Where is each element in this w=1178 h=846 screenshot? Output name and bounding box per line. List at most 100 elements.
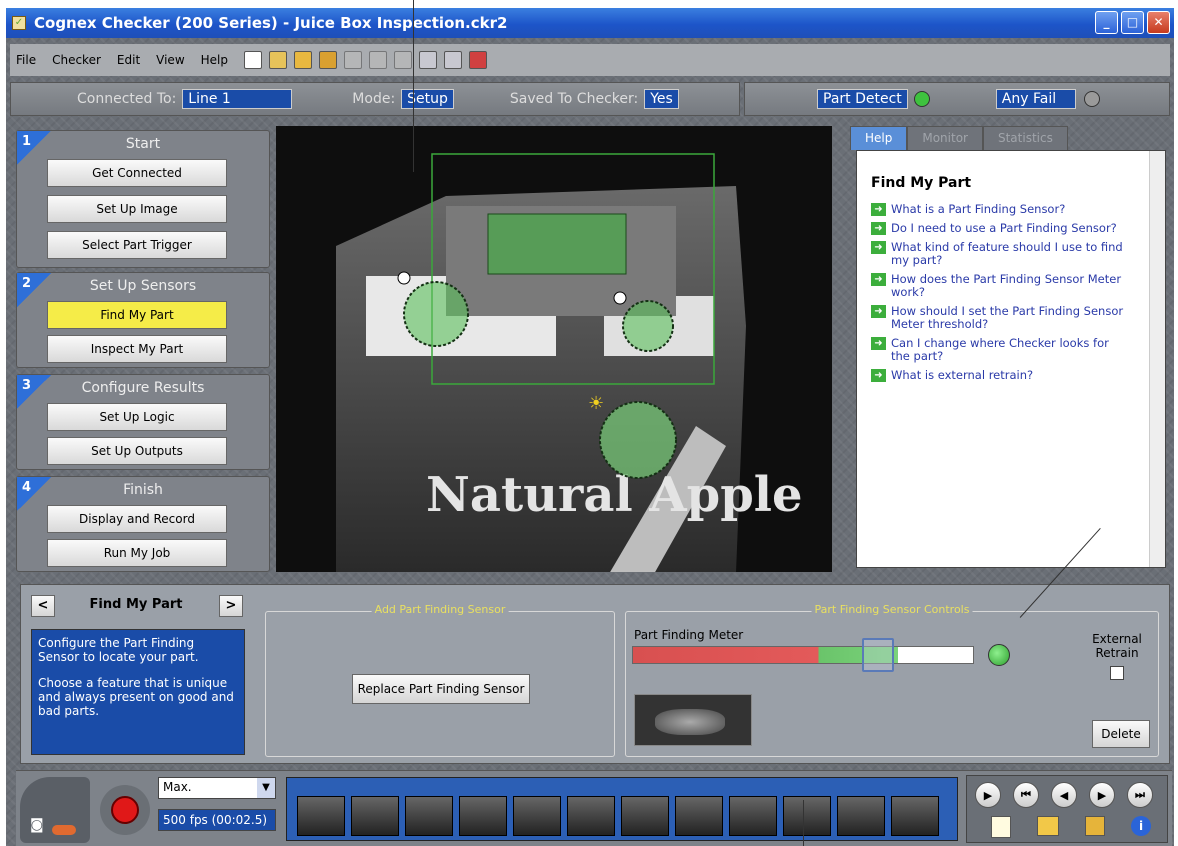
cut-icon[interactable] bbox=[394, 51, 412, 69]
speed-select[interactable]: Max. ▼ bbox=[158, 777, 276, 799]
maximize-button[interactable]: □ bbox=[1121, 11, 1144, 34]
mode-switch-icon[interactable] bbox=[52, 825, 76, 835]
new-icon[interactable] bbox=[244, 51, 262, 69]
check-icon[interactable] bbox=[269, 51, 287, 69]
film-frame[interactable] bbox=[405, 796, 453, 836]
sensor-circle-right[interactable] bbox=[622, 300, 674, 352]
help-link-text[interactable]: What kind of feature should I use to fin… bbox=[891, 241, 1131, 267]
filmstrip[interactable] bbox=[286, 777, 958, 841]
minimize-button[interactable]: _ bbox=[1095, 11, 1118, 34]
set-up-image-button[interactable]: Set Up Image bbox=[47, 195, 227, 223]
sensor-settings-pane: < Find My Part > Configure the Part Find… bbox=[20, 584, 1170, 764]
film-frame[interactable] bbox=[729, 796, 777, 836]
step-forward-icon[interactable]: ▶ bbox=[1089, 782, 1115, 808]
undo-icon[interactable] bbox=[344, 51, 362, 69]
playback-controls: ▶ ⏮ ◀ ▶ ⏭ i bbox=[966, 775, 1168, 843]
menu-edit[interactable]: Edit bbox=[117, 53, 140, 67]
help-link-text[interactable]: How does the Part Finding Sensor Meter w… bbox=[891, 273, 1131, 299]
step-title: Start bbox=[125, 136, 161, 152]
get-connected-button[interactable]: Get Connected bbox=[47, 159, 227, 187]
film-frame[interactable] bbox=[513, 796, 561, 836]
help-link-text[interactable]: What is a Part Finding Sensor? bbox=[891, 203, 1065, 216]
mode-selector[interactable]: ◙ bbox=[20, 777, 90, 843]
record-button[interactable] bbox=[100, 785, 150, 835]
help-pane: Help Monitor Statistics Find My Part ➜ Wh… bbox=[850, 126, 1166, 574]
delete-button[interactable]: Delete bbox=[1092, 720, 1150, 748]
save-icon[interactable] bbox=[1085, 816, 1105, 836]
sensor-circle-bottom[interactable] bbox=[599, 401, 677, 479]
help-scrollbar[interactable] bbox=[1149, 151, 1165, 567]
tab-help[interactable]: Help bbox=[850, 126, 908, 150]
title-bar: ✓ Cognex Checker (200 Series) - Juice Bo… bbox=[6, 8, 1174, 38]
arrow-icon: ➜ bbox=[871, 222, 886, 235]
help-link[interactable]: ➜ What is external retrain? bbox=[871, 369, 1131, 382]
set-up-outputs-button[interactable]: Set Up Outputs bbox=[47, 437, 227, 465]
paste-icon[interactable] bbox=[444, 51, 462, 69]
help-link[interactable]: ➜ Can I change where Checker looks for th… bbox=[871, 337, 1131, 363]
skip-start-icon[interactable]: ⏮ bbox=[1013, 782, 1039, 808]
help-link[interactable]: ➜ What is a Part Finding Sensor? bbox=[871, 203, 1131, 216]
new-file-icon[interactable] bbox=[991, 816, 1011, 838]
run-my-job-button[interactable]: Run My Job bbox=[47, 539, 227, 567]
save-icon[interactable] bbox=[319, 51, 337, 69]
film-frame[interactable] bbox=[783, 796, 831, 836]
record-icon bbox=[111, 796, 139, 824]
camera-image-view[interactable]: Natural Apple ☀ bbox=[276, 126, 832, 572]
menu-bar: File Checker Edit View Help bbox=[10, 44, 1170, 76]
menu-checker[interactable]: Checker bbox=[52, 53, 101, 67]
thumbnail-image bbox=[655, 709, 725, 735]
sensor-circle-left[interactable] bbox=[403, 281, 469, 347]
menu-view[interactable]: View bbox=[156, 53, 184, 67]
menu-help[interactable]: Help bbox=[201, 53, 228, 67]
film-frame[interactable] bbox=[891, 796, 939, 836]
prev-page-button[interactable]: < bbox=[31, 595, 55, 617]
film-frame[interactable] bbox=[297, 796, 345, 836]
skip-end-icon[interactable]: ⏭ bbox=[1127, 782, 1153, 808]
help-link[interactable]: ➜ What kind of feature should I use to fi… bbox=[871, 241, 1131, 267]
open-icon[interactable] bbox=[294, 51, 312, 69]
set-up-logic-button[interactable]: Set Up Logic bbox=[47, 403, 227, 431]
help-link-text[interactable]: Do I need to use a Part Finding Sensor? bbox=[891, 222, 1117, 235]
film-frame[interactable] bbox=[837, 796, 885, 836]
next-page-button[interactable]: > bbox=[219, 595, 243, 617]
display-and-record-button[interactable]: Display and Record bbox=[47, 505, 227, 533]
step-finish: 4 Finish Display and Record Run My Job bbox=[16, 476, 270, 572]
help-link-text[interactable]: What is external retrain? bbox=[891, 369, 1033, 382]
meter-threshold-slider[interactable] bbox=[861, 638, 894, 672]
filmstrip-bar: ◙ Max. ▼ 500 fps (00:02.5) ▶ ⏮ ◀ ▶ ⏭ i bbox=[16, 770, 1172, 846]
help-link[interactable]: ➜ Do I need to use a Part Finding Sensor? bbox=[871, 222, 1131, 235]
help-link-text[interactable]: Can I change where Checker looks for the… bbox=[891, 337, 1131, 363]
tab-statistics[interactable]: Statistics bbox=[982, 126, 1068, 150]
callout-line bbox=[413, 0, 414, 172]
exit-icon[interactable] bbox=[469, 51, 487, 69]
pattern-model-region[interactable] bbox=[487, 213, 627, 275]
help-link-text[interactable]: How should I set the Part Finding Sensor… bbox=[891, 305, 1131, 331]
step-back-icon[interactable]: ◀ bbox=[1051, 782, 1077, 808]
find-my-part-button[interactable]: Find My Part bbox=[47, 301, 227, 329]
film-frame[interactable] bbox=[351, 796, 399, 836]
speed-select-value: Max. bbox=[163, 780, 192, 794]
connected-label: Connected To: bbox=[77, 91, 177, 107]
external-retrain-checkbox[interactable] bbox=[1110, 666, 1124, 680]
chevron-down-icon[interactable]: ▼ bbox=[257, 778, 275, 798]
copy-icon[interactable] bbox=[419, 51, 437, 69]
close-button[interactable]: ✕ bbox=[1147, 11, 1170, 34]
replace-sensor-button[interactable]: Replace Part Finding Sensor bbox=[352, 674, 530, 704]
juice-box-image: Natural Apple ☀ bbox=[276, 126, 832, 572]
film-frame[interactable] bbox=[567, 796, 615, 836]
select-part-trigger-button[interactable]: Select Part Trigger bbox=[47, 231, 227, 259]
any-fail-led bbox=[1083, 91, 1100, 107]
menu-file[interactable]: File bbox=[16, 53, 36, 67]
inspect-my-part-button[interactable]: Inspect My Part bbox=[47, 335, 227, 363]
redo-icon[interactable] bbox=[369, 51, 387, 69]
film-frame[interactable] bbox=[459, 796, 507, 836]
help-link[interactable]: ➜ How should I set the Part Finding Senso… bbox=[871, 305, 1131, 331]
play-icon[interactable]: ▶ bbox=[975, 782, 1001, 808]
tab-monitor[interactable]: Monitor bbox=[907, 126, 983, 150]
film-frame[interactable] bbox=[621, 796, 669, 836]
arrow-icon: ➜ bbox=[871, 241, 886, 254]
open-folder-icon[interactable] bbox=[1037, 816, 1059, 836]
help-link[interactable]: ➜ How does the Part Finding Sensor Meter … bbox=[871, 273, 1131, 299]
info-icon[interactable]: i bbox=[1131, 816, 1151, 836]
film-frame[interactable] bbox=[675, 796, 723, 836]
